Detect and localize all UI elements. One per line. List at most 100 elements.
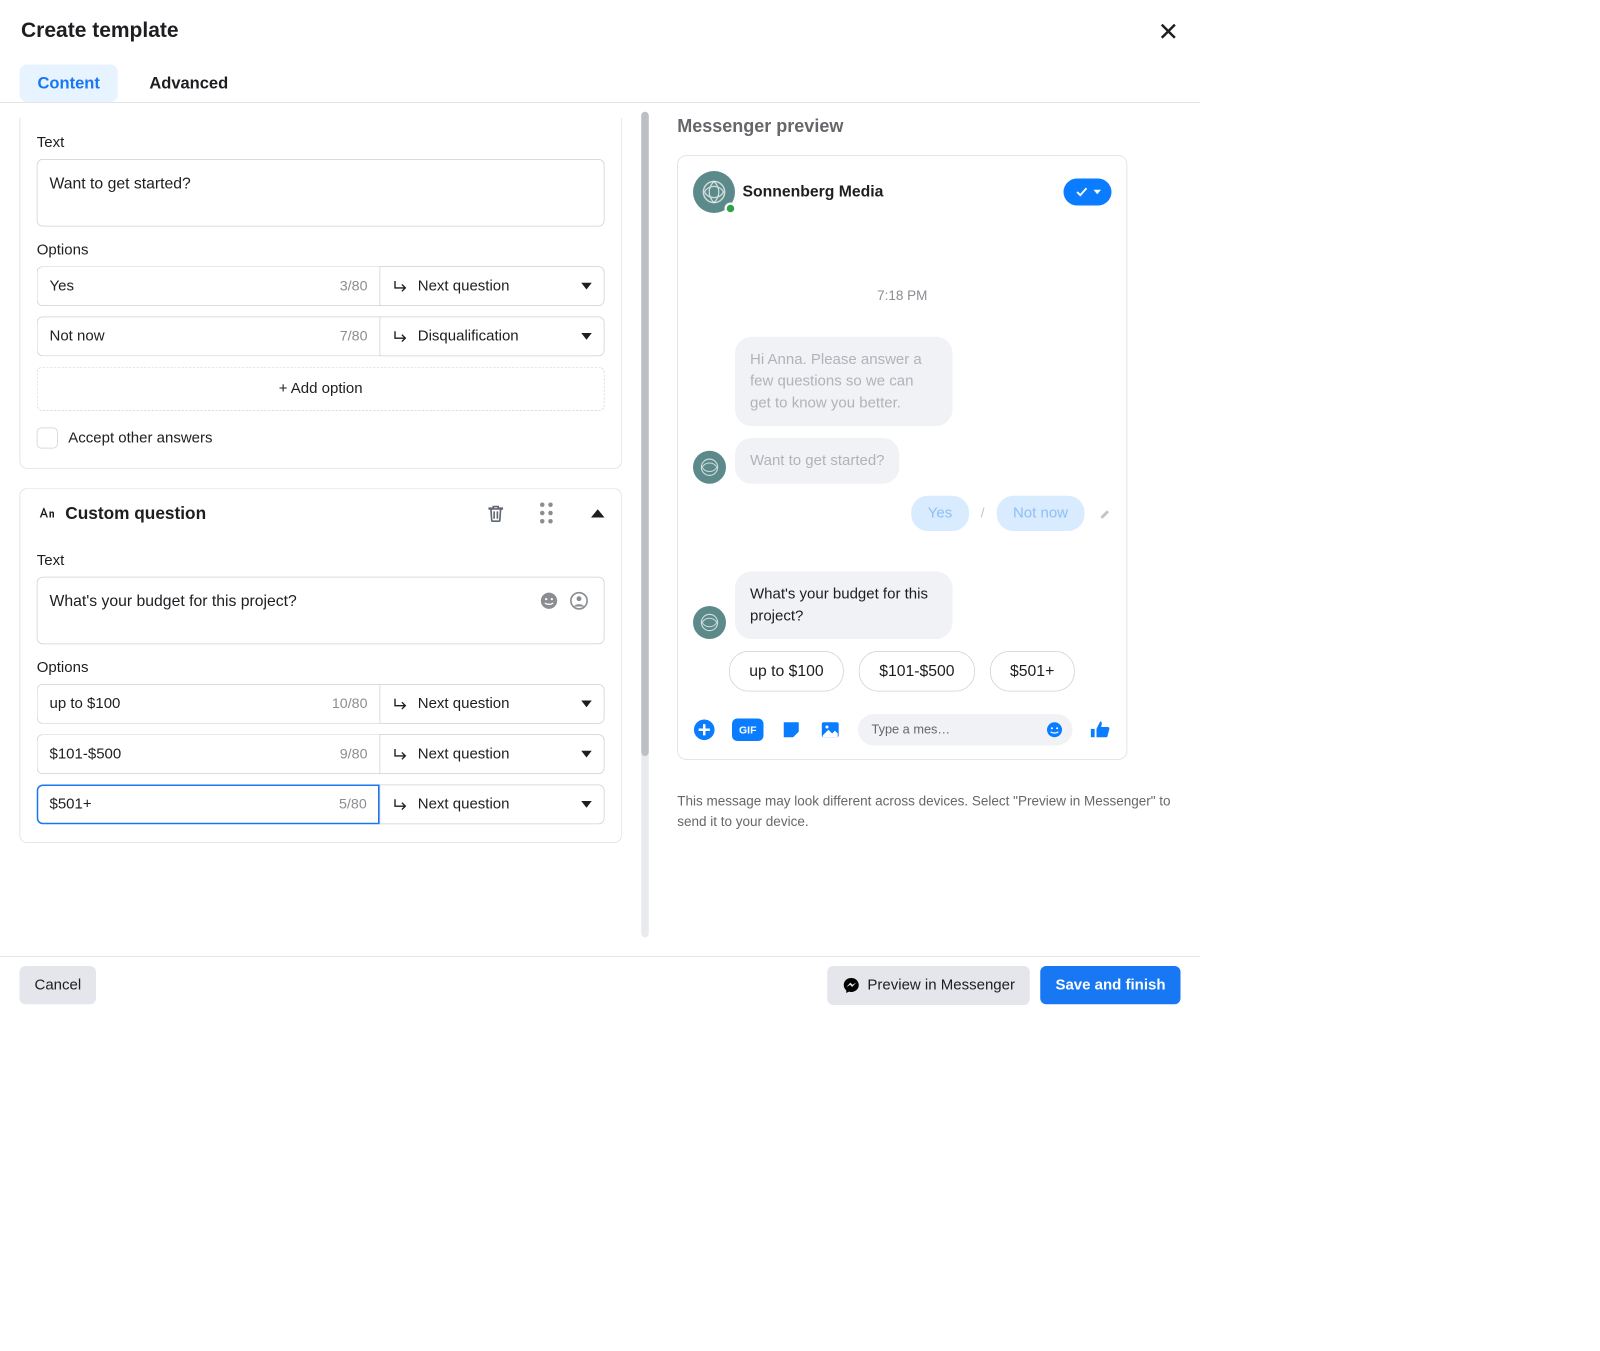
- flow-arrow-icon: [392, 278, 409, 295]
- check-icon: [1074, 185, 1089, 200]
- drag-handle-icon[interactable]: [540, 503, 557, 524]
- q2-bubble: What's your budget for this project?: [735, 572, 953, 640]
- flow-arrow-icon: [392, 696, 409, 713]
- like-icon[interactable]: [1089, 719, 1112, 742]
- q1-chip-yes[interactable]: Yes: [911, 496, 968, 531]
- option-action-label: Next question: [418, 796, 510, 813]
- char-counter: 9/80: [340, 746, 368, 763]
- char-counter: 5/80: [339, 796, 367, 813]
- custom-question-header: Custom question: [20, 488, 622, 537]
- brand-avatar-small: [693, 451, 726, 484]
- option-text-input[interactable]: Not now 7/80: [37, 317, 380, 357]
- emoji-icon[interactable]: [539, 591, 559, 611]
- option-row: up to $100 10/80 Next question: [37, 684, 605, 724]
- question-card-1: Text Want to get started? Options Yes 3/…: [20, 118, 622, 469]
- messenger-icon: [842, 976, 860, 994]
- custom-question-body: Text What's your budget for this project…: [20, 537, 622, 843]
- presence-dot-icon: [725, 203, 737, 215]
- brand-name: Sonnenberg Media: [743, 183, 884, 201]
- option-row: $101-$500 9/80 Next question: [37, 734, 605, 774]
- option-action-label: Disqualification: [418, 328, 519, 345]
- scrollbar-thumb[interactable]: [641, 112, 649, 756]
- options-label: Options: [37, 659, 605, 676]
- q1-chip-notnow[interactable]: Not now: [996, 496, 1084, 531]
- caret-down-icon: [581, 801, 592, 808]
- option-action-select[interactable]: Next question: [380, 684, 605, 724]
- option-value: $101-$500: [50, 746, 122, 763]
- emoji-icon[interactable]: [1046, 721, 1064, 739]
- preview-title: Messenger preview: [677, 116, 1174, 137]
- add-circle-icon[interactable]: [693, 719, 716, 742]
- option-action-select[interactable]: Next question: [380, 785, 605, 825]
- text-label: Text: [37, 552, 605, 569]
- footer: Cancel Preview in Messenger Save and fin…: [0, 956, 1200, 1013]
- brand-avatar: [693, 171, 735, 213]
- caret-down-icon: [581, 333, 592, 340]
- option-action-select[interactable]: Next question: [380, 734, 605, 774]
- flow-arrow-icon: [392, 746, 409, 763]
- chevron-up-icon[interactable]: [591, 509, 605, 517]
- flow-arrow-icon: [392, 796, 409, 813]
- char-counter: 7/80: [340, 328, 368, 345]
- caret-down-icon: [581, 701, 592, 708]
- tabs: Content Advanced: [0, 45, 1200, 103]
- accept-other-label: Accept other answers: [68, 429, 212, 446]
- caret-down-icon: [581, 751, 592, 758]
- options-label: Options: [37, 242, 605, 259]
- composer-input[interactable]: Type a mes…: [858, 714, 1073, 746]
- page-title: Create template: [21, 18, 1179, 42]
- cancel-button[interactable]: Cancel: [20, 966, 97, 1004]
- flow-arrow-icon: [392, 328, 409, 345]
- caret-down-icon: [581, 283, 592, 290]
- text-label: Text: [37, 134, 605, 151]
- avatar-logo-icon: [701, 179, 727, 205]
- option-text-input[interactable]: $101-$500 9/80: [37, 734, 380, 774]
- option-row: $501+ 5/80 Next question: [37, 785, 605, 825]
- option-action-label: Next question: [418, 278, 510, 295]
- option-value: Not now: [50, 328, 105, 345]
- caret-down-icon: [1094, 190, 1102, 195]
- q1-bubble: Want to get started?: [735, 438, 900, 484]
- timestamp: 7:18 PM: [693, 288, 1112, 304]
- option-value: $501+: [50, 796, 92, 813]
- question1-text-input[interactable]: Want to get started?: [37, 159, 605, 227]
- option-text-input[interactable]: $501+ 5/80: [37, 785, 380, 825]
- option-action-label: Next question: [418, 695, 510, 712]
- option-row: Not now 7/80 Disqualification: [37, 317, 605, 357]
- q2-choice-2[interactable]: $101-$500: [859, 651, 975, 692]
- custom-question-title: Custom question: [65, 503, 206, 523]
- add-option-button[interactable]: + Add option: [37, 367, 605, 411]
- edit-icon[interactable]: [1100, 507, 1112, 519]
- chip-separator: /: [981, 506, 985, 522]
- q2-choice-3[interactable]: $501+: [990, 651, 1075, 692]
- text-aa-icon: [37, 504, 55, 522]
- option-action-select[interactable]: Disqualification: [380, 317, 605, 357]
- option-text-input[interactable]: up to $100 10/80: [37, 684, 380, 724]
- option-row: Yes 3/80 Next question: [37, 266, 605, 306]
- char-counter: 3/80: [340, 278, 368, 295]
- messenger-preview: Sonnenberg Media 7:18 PM Hi Anna. Please…: [677, 155, 1127, 760]
- question2-text-input[interactable]: What's your budget for this project?: [37, 577, 605, 645]
- tab-content[interactable]: Content: [20, 65, 118, 103]
- save-button[interactable]: Save and finish: [1040, 966, 1180, 1004]
- option-value: up to $100: [50, 695, 121, 712]
- scrollbar-track[interactable]: [641, 112, 649, 938]
- verify-pill[interactable]: [1064, 179, 1112, 206]
- option-value: Yes: [50, 278, 74, 295]
- image-icon[interactable]: [819, 719, 842, 742]
- sticker-icon[interactable]: [780, 719, 803, 742]
- q2-choice-1[interactable]: up to $100: [729, 651, 844, 692]
- person-tag-icon[interactable]: [569, 591, 589, 611]
- char-counter: 10/80: [332, 696, 368, 713]
- preview-in-messenger-button[interactable]: Preview in Messenger: [827, 966, 1030, 1005]
- tab-advanced[interactable]: Advanced: [131, 65, 246, 103]
- option-text-input[interactable]: Yes 3/80: [37, 266, 380, 306]
- option-action-select[interactable]: Next question: [380, 266, 605, 306]
- option-action-label: Next question: [418, 746, 510, 763]
- close-icon[interactable]: ✕: [1158, 20, 1179, 46]
- intro-bubble: Hi Anna. Please answer a few questions s…: [735, 337, 953, 426]
- accept-other-checkbox[interactable]: [37, 428, 58, 449]
- trash-icon[interactable]: [486, 503, 506, 523]
- gif-icon[interactable]: GIF: [732, 719, 764, 742]
- preview-note: This message may look different across d…: [677, 791, 1174, 832]
